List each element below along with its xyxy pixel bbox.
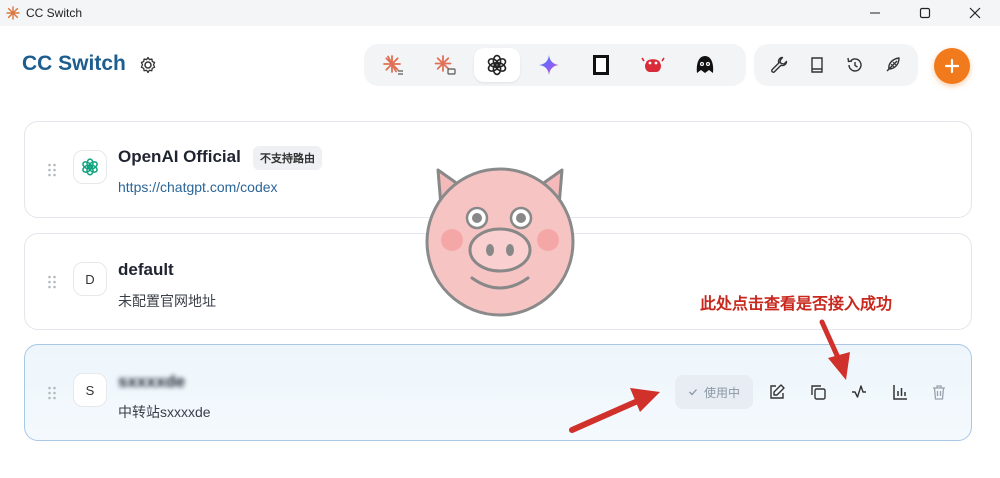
close-icon (969, 7, 981, 19)
provider-claude[interactable] (370, 48, 416, 82)
delete-button[interactable] (927, 380, 951, 404)
provider-website-link[interactable]: https://chatgpt.com/codex (118, 179, 278, 195)
activity-icon (852, 385, 866, 398)
check-icon (689, 389, 697, 396)
provider-openai[interactable] (474, 48, 520, 82)
pig-sticker-icon (425, 167, 575, 317)
drag-handle-icon[interactable] (47, 385, 57, 401)
provider-name-redacted: sxxxxde (118, 372, 186, 391)
openai-icon (487, 54, 507, 76)
trash-icon (933, 385, 945, 400)
plus-icon (944, 58, 960, 74)
feather-icon (886, 57, 900, 72)
provider-name: sxxxxde (118, 372, 185, 392)
gemini-icon (539, 55, 559, 75)
copy-icon (811, 385, 826, 400)
history-icon (847, 57, 862, 72)
in-use-button[interactable]: 使用中 (675, 375, 753, 409)
app-logo-icon (6, 6, 20, 20)
provider-card-active[interactable]: S sxxxxde 中转站sxxxxde 使用中 (24, 344, 972, 441)
window-title: CC Switch (26, 6, 83, 20)
tools-bar (754, 44, 918, 86)
provider-claude-desktop[interactable] (422, 48, 468, 82)
mascot-icon (696, 56, 714, 73)
provider-gemini[interactable] (526, 48, 572, 82)
book-icon (811, 57, 823, 73)
annotation-text: 此处点击查看是否接入成功 (700, 296, 893, 313)
provider-crab[interactable] (630, 48, 676, 82)
drag-handle-icon[interactable] (47, 162, 57, 178)
crab-icon (641, 57, 665, 72)
edit-button[interactable] (765, 380, 789, 404)
provider-avatar: D (73, 262, 107, 296)
close-button[interactable] (950, 0, 1000, 26)
maximize-icon (919, 7, 931, 19)
tools-button[interactable] (764, 50, 794, 80)
edit-icon (770, 384, 785, 399)
provider-avatar (73, 150, 107, 184)
provider-avatar: S (73, 373, 107, 407)
wrench-icon (771, 56, 788, 73)
drag-handle-icon[interactable] (47, 274, 57, 290)
claude-desktop-icon (434, 55, 456, 75)
provider-switcher (364, 44, 746, 86)
maximize-button[interactable] (900, 0, 950, 26)
settings-gear-icon[interactable] (138, 55, 158, 75)
docs-button[interactable] (802, 50, 832, 80)
skills-button[interactable] (878, 50, 908, 80)
add-provider-button[interactable] (934, 48, 970, 84)
minimize-icon (870, 12, 880, 14)
provider-subtitle: 未配置官网地址 (118, 293, 216, 309)
in-use-label: 使用中 (703, 385, 740, 400)
history-button[interactable] (840, 50, 870, 80)
minimize-button[interactable] (850, 0, 900, 26)
provider-subtitle: 中转站sxxxxde (118, 404, 211, 420)
openai-icon (82, 158, 98, 176)
provider-name: default (118, 260, 174, 279)
test-connection-button[interactable] (847, 380, 871, 404)
claude-icon (383, 55, 403, 75)
terminal-icon (593, 55, 609, 75)
duplicate-button[interactable] (806, 380, 830, 404)
title-bar: CC Switch (0, 0, 1000, 26)
provider-terminal[interactable] (578, 48, 624, 82)
usage-stats-button[interactable] (888, 380, 912, 404)
provider-mascot[interactable] (682, 48, 728, 82)
routing-badge: 不支持路由 (253, 146, 322, 170)
bar-chart-icon (893, 385, 907, 400)
app-brand-title: CC Switch (22, 52, 126, 75)
provider-name: OpenAI Official (118, 147, 241, 166)
